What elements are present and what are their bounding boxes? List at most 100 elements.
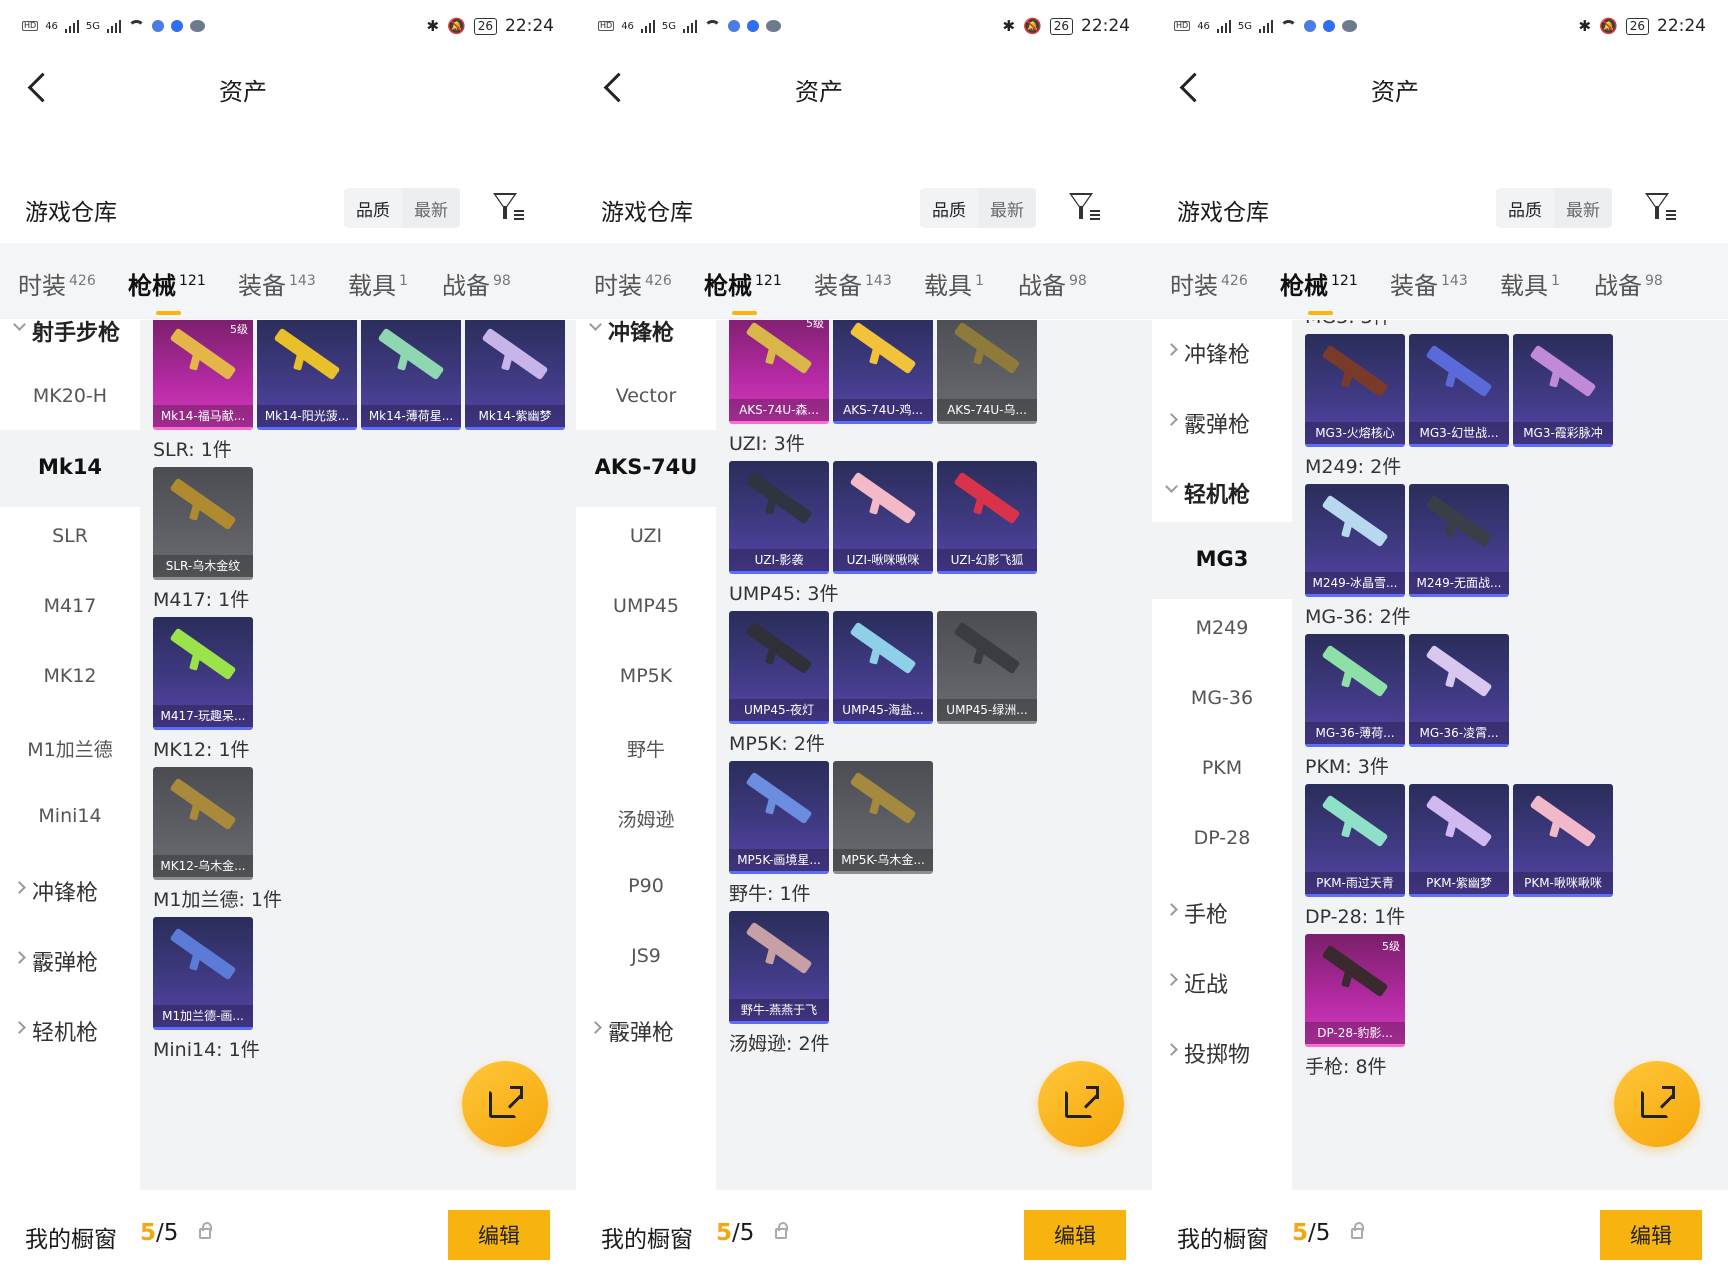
- tab-gear[interactable]: 装备 143: [1390, 266, 1468, 301]
- sidebar-item[interactable]: 轻机枪: [0, 1015, 140, 1047]
- sort-latest-button[interactable]: 最新: [1554, 188, 1612, 228]
- sidebar-item[interactable]: 霰弹枪: [0, 945, 140, 977]
- skin-card[interactable]: PKM-啾咪啾咪: [1513, 784, 1613, 897]
- sidebar-item[interactable]: M417: [0, 595, 140, 617]
- sidebar-item[interactable]: MP5K: [576, 665, 716, 687]
- skin-card[interactable]: MG3-幻世战...: [1409, 334, 1509, 447]
- tab-supplies[interactable]: 战备 98: [1018, 266, 1087, 301]
- skin-card[interactable]: MG-36-凌霄...: [1409, 634, 1509, 747]
- lock-icon: [775, 1222, 788, 1239]
- filter-icon[interactable]: [1069, 190, 1103, 224]
- sidebar-item[interactable]: 冲锋枪: [0, 875, 140, 907]
- skin-card[interactable]: Mk14-薄荷星...: [361, 320, 461, 430]
- skin-card[interactable]: MK12-乌木金...: [153, 767, 253, 880]
- sidebar-item[interactable]: 投掷物: [1152, 1037, 1292, 1069]
- filter-icon[interactable]: [1645, 190, 1679, 224]
- skin-card[interactable]: MP5K-乌木金...: [833, 761, 933, 874]
- sidebar-item[interactable]: UMP45: [576, 595, 716, 617]
- share-button[interactable]: [462, 1061, 548, 1147]
- sidebar-item[interactable]: 汤姆逊: [576, 805, 716, 832]
- skin-card[interactable]: AKS-74U-鸡...: [833, 320, 933, 424]
- skin-card[interactable]: UMP45-海盐...: [833, 611, 933, 724]
- sidebar-item[interactable]: 霰弹枪: [1152, 407, 1292, 439]
- skin-card[interactable]: 5级 DP-28-豹影...: [1305, 934, 1405, 1047]
- sidebar-item[interactable]: MG3: [1152, 547, 1292, 571]
- skin-card[interactable]: UMP45-夜灯: [729, 611, 829, 724]
- skin-card[interactable]: MG3-火熔核心: [1305, 334, 1405, 447]
- tab-guns[interactable]: 枪械 121: [1280, 266, 1358, 315]
- sidebar-item[interactable]: PKM: [1152, 757, 1292, 779]
- skin-card[interactable]: M1加兰德-画...: [153, 917, 253, 1030]
- sidebar-item[interactable]: Mk14: [0, 455, 140, 479]
- skin-card[interactable]: PKM-紫幽梦: [1409, 784, 1509, 897]
- skin-card[interactable]: MG3-霞彩脉冲: [1513, 334, 1613, 447]
- sidebar-item[interactable]: 近战: [1152, 967, 1292, 999]
- sort-toggle: 品质 最新: [344, 188, 460, 228]
- sidebar-item[interactable]: Mini14: [0, 805, 140, 827]
- sidebar-item[interactable]: MK20-H: [0, 385, 140, 407]
- skin-card[interactable]: UMP45-绿洲...: [937, 611, 1037, 724]
- sidebar-item[interactable]: 野牛: [576, 735, 716, 762]
- skin-card[interactable]: Mk14-阳光菠...: [257, 320, 357, 430]
- sidebar-item[interactable]: 手枪: [1152, 897, 1292, 929]
- skin-card[interactable]: PKM-雨过天青: [1305, 784, 1405, 897]
- tab-vehicles[interactable]: 载具 1: [1500, 266, 1560, 301]
- sidebar-item[interactable]: MG-36: [1152, 687, 1292, 709]
- skin-card[interactable]: SLR-乌木金纹: [153, 467, 253, 580]
- sidebar-item[interactable]: 冲锋枪: [576, 315, 716, 347]
- edit-button[interactable]: 编辑: [1024, 1210, 1126, 1260]
- skin-card[interactable]: 5级 AKS-74U-森...: [729, 320, 829, 424]
- skin-card[interactable]: MG-36-薄荷...: [1305, 634, 1405, 747]
- skin-card[interactable]: 5级 Mk14-福马献...: [153, 320, 253, 430]
- skin-card[interactable]: M249-无面战...: [1409, 484, 1509, 597]
- skin-card[interactable]: M417-玩趣呆...: [153, 617, 253, 730]
- sidebar-item[interactable]: AKS-74U: [576, 455, 716, 479]
- skin-card[interactable]: 野牛-燕燕于飞: [729, 911, 829, 1024]
- tab-gear[interactable]: 装备 143: [238, 266, 316, 301]
- sidebar-item[interactable]: JS9: [576, 945, 716, 967]
- sidebar-item[interactable]: 射手步枪: [0, 315, 140, 347]
- filter-icon[interactable]: [493, 190, 527, 224]
- sort-latest-button[interactable]: 最新: [402, 188, 460, 228]
- skin-card[interactable]: UZI-影袭: [729, 461, 829, 574]
- tab-supplies[interactable]: 战备 98: [442, 266, 511, 301]
- edit-button[interactable]: 编辑: [448, 1210, 550, 1260]
- skin-card[interactable]: MP5K-画境星...: [729, 761, 829, 874]
- skin-card[interactable]: Mk14-紫幽梦: [465, 320, 565, 430]
- sidebar-item[interactable]: UZI: [576, 525, 716, 547]
- sort-quality-button[interactable]: 品质: [1496, 188, 1554, 228]
- sort-quality-button[interactable]: 品质: [920, 188, 978, 228]
- sidebar-item[interactable]: P90: [576, 875, 716, 897]
- sidebar-item[interactable]: DP-28: [1152, 827, 1292, 849]
- sort-quality-button[interactable]: 品质: [344, 188, 402, 228]
- sidebar-item[interactable]: 霰弹枪: [576, 1015, 716, 1047]
- tab-guns[interactable]: 枪械 121: [704, 266, 782, 315]
- weapon-image: [1425, 794, 1493, 848]
- skin-card[interactable]: AKS-74U-乌...: [937, 320, 1037, 424]
- tab-skins[interactable]: 时装 426: [1170, 266, 1248, 301]
- sidebar-item[interactable]: MK12: [0, 665, 140, 687]
- sidebar-item[interactable]: 冲锋枪: [1152, 337, 1292, 369]
- sort-latest-button[interactable]: 最新: [978, 188, 1036, 228]
- skin-card[interactable]: UZI-啾咪啾咪: [833, 461, 933, 574]
- sort-toggle: 品质 最新: [920, 188, 1036, 228]
- filter-stem-shape: [503, 206, 507, 219]
- tab-skins[interactable]: 时装 426: [18, 266, 96, 301]
- skin-card[interactable]: M249-冰晶雪...: [1305, 484, 1405, 597]
- tab-guns[interactable]: 枪械 121: [128, 266, 206, 315]
- edit-button[interactable]: 编辑: [1600, 1210, 1702, 1260]
- tab-gear[interactable]: 装备 143: [814, 266, 892, 301]
- sidebar-item[interactable]: M1加兰德: [0, 735, 140, 762]
- tab-skins[interactable]: 时装 426: [594, 266, 672, 301]
- group-title: UMP45: 3件: [729, 583, 839, 605]
- tab-supplies[interactable]: 战备 98: [1594, 266, 1663, 301]
- tab-vehicles[interactable]: 载具 1: [348, 266, 408, 301]
- share-button[interactable]: [1614, 1061, 1700, 1147]
- sidebar-item[interactable]: SLR: [0, 525, 140, 547]
- skin-card[interactable]: UZI-幻影飞狐: [937, 461, 1037, 574]
- sidebar-item[interactable]: 轻机枪: [1152, 477, 1292, 509]
- share-button[interactable]: [1038, 1061, 1124, 1147]
- sidebar-item[interactable]: M249: [1152, 617, 1292, 639]
- sidebar-item[interactable]: Vector: [576, 385, 716, 407]
- tab-vehicles[interactable]: 载具 1: [924, 266, 984, 301]
